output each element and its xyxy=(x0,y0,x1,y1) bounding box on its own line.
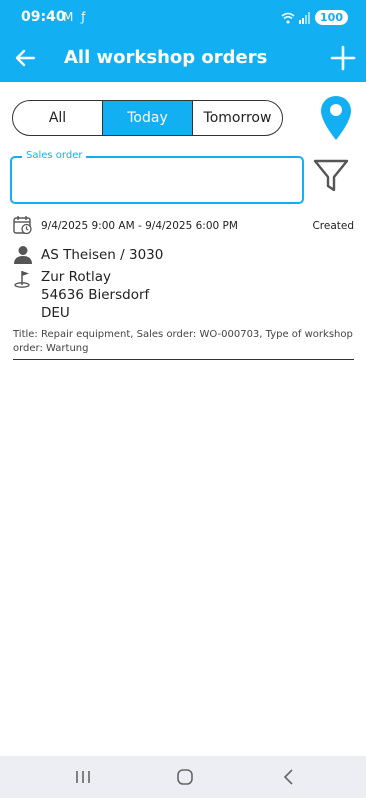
battery-indicator: 100 xyxy=(315,10,348,25)
order-date-row: 9/4/2025 9:00 AM - 9/4/2025 6:00 PM xyxy=(13,215,238,235)
notification-icons: M ƒ xyxy=(63,10,88,24)
order-list-item[interactable]: 9/4/2025 9:00 AM - 9/4/2025 6:00 PM Crea… xyxy=(13,215,354,360)
plus-icon[interactable] xyxy=(330,43,356,73)
order-customer: AS Theisen / 3030 xyxy=(41,247,164,263)
battery-level: 100 xyxy=(320,11,343,24)
order-address-row: Zur Rotlay 54636 Biersdorf DEU xyxy=(13,268,149,322)
status-bar: 09:40 M ƒ 100 xyxy=(0,0,366,36)
order-address: Zur Rotlay 54636 Biersdorf DEU xyxy=(41,268,149,322)
order-description: Title: Repair equipment, Sales order: WO… xyxy=(13,329,353,354)
sales-order-input[interactable] xyxy=(12,158,302,202)
home-icon[interactable] xyxy=(174,766,196,788)
status-right-group: 100 xyxy=(281,10,348,25)
back-nav-icon[interactable] xyxy=(278,766,300,788)
wifi-icon xyxy=(281,12,295,23)
order-date-range: 9/4/2025 9:00 AM - 9/4/2025 6:00 PM xyxy=(41,220,238,232)
tab-today[interactable]: Today xyxy=(102,101,192,135)
order-customer-row: AS Theisen / 3030 xyxy=(13,245,163,265)
page-title: All workshop orders xyxy=(64,47,268,68)
app-bar: All workshop orders xyxy=(0,36,366,82)
tab-all[interactable]: All xyxy=(13,101,102,135)
sales-order-field: Sales order xyxy=(10,150,304,204)
status-time: 09:40 xyxy=(21,9,66,25)
signal-icon xyxy=(299,11,311,24)
system-nav-bar xyxy=(0,756,366,798)
address-country: DEU xyxy=(41,305,70,321)
calendar-clock-icon xyxy=(13,216,32,235)
address-city: 54636 Biersdorf xyxy=(41,287,150,303)
person-icon xyxy=(14,246,32,264)
order-status: Created xyxy=(312,220,354,232)
tab-tomorrow[interactable]: Tomorrow xyxy=(192,101,282,135)
recent-apps-icon[interactable] xyxy=(72,766,94,788)
date-filter-tabs: All Today Tomorrow xyxy=(12,100,283,136)
sales-order-label: Sales order xyxy=(22,150,87,161)
arrow-left-icon[interactable] xyxy=(12,45,38,71)
funnel-icon[interactable] xyxy=(312,157,350,195)
address-street: Zur Rotlay xyxy=(41,269,111,285)
flag-location-icon xyxy=(14,271,30,288)
map-pin-icon[interactable] xyxy=(319,94,353,142)
